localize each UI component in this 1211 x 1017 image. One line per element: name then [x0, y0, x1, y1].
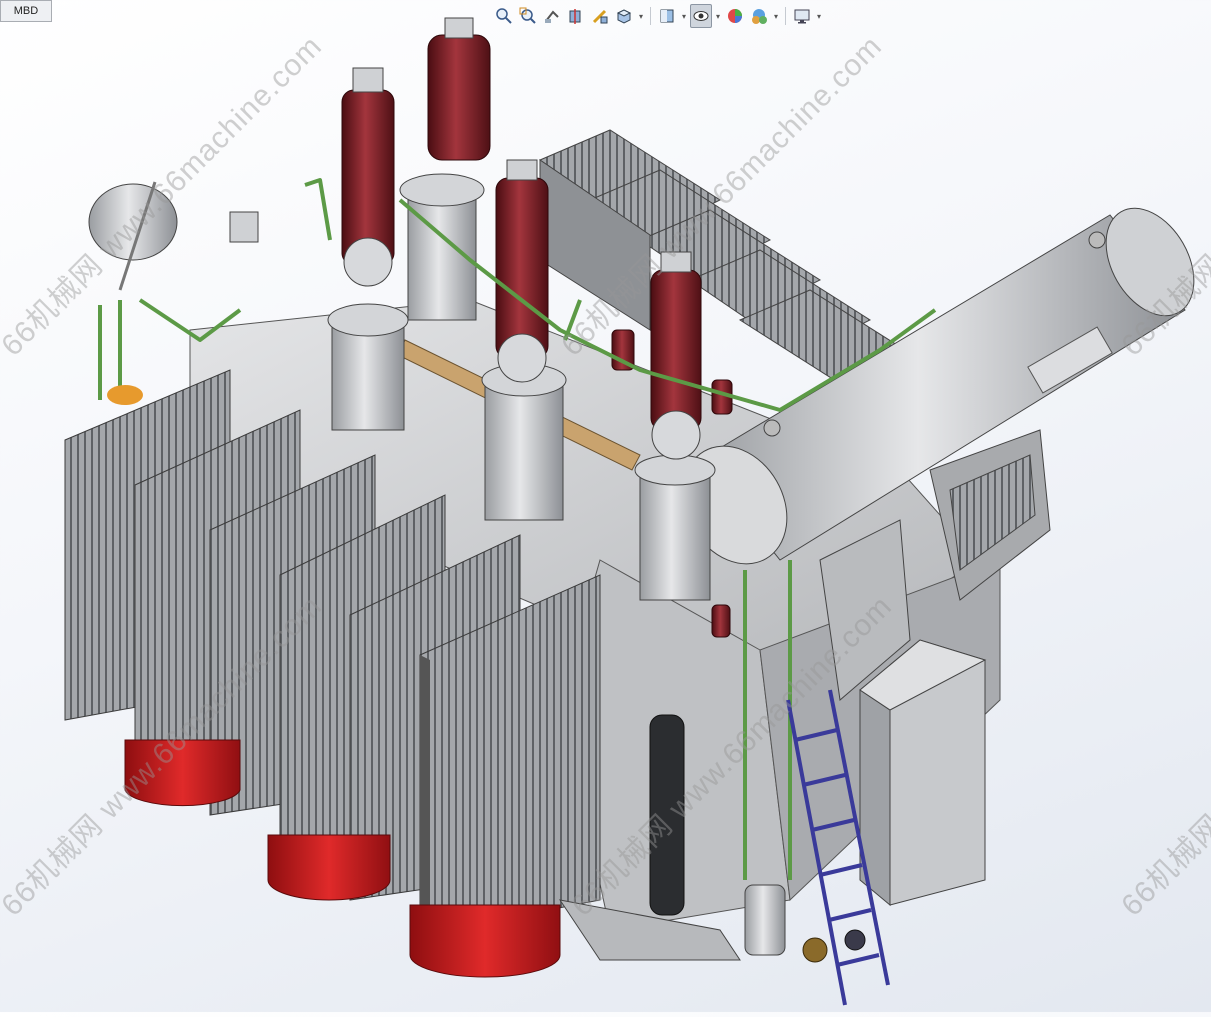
chevron-down-icon[interactable]: ▾ — [714, 4, 722, 28]
edit-appearance-icon[interactable] — [724, 4, 746, 28]
chevron-down-icon[interactable]: ▾ — [772, 4, 780, 28]
hide-show-items-icon[interactable] — [690, 4, 712, 28]
view-settings-icon[interactable] — [791, 4, 813, 28]
chevron-down-icon[interactable]: ▾ — [680, 4, 688, 28]
previous-view-icon[interactable] — [541, 4, 563, 28]
control-cabinet — [859, 639, 987, 907]
mbd-tab[interactable]: MBD — [0, 0, 52, 22]
view-orientation-icon[interactable] — [613, 4, 635, 28]
dynamic-annotation-icon[interactable] — [589, 4, 611, 28]
heads-up-view-toolbar: ▾ ▾ ▾ ▾ ▾ — [493, 2, 823, 30]
display-style-icon[interactable] — [656, 4, 678, 28]
toolbar-separator — [785, 7, 786, 25]
toolbar-separator — [650, 7, 651, 25]
apply-scene-icon[interactable] — [748, 4, 770, 28]
chevron-down-icon[interactable]: ▾ — [815, 4, 823, 28]
zoom-to-area-icon[interactable] — [517, 4, 539, 28]
zoom-to-fit-icon[interactable] — [493, 4, 515, 28]
chevron-down-icon[interactable]: ▾ — [637, 4, 645, 28]
section-view-icon[interactable] — [565, 4, 587, 28]
